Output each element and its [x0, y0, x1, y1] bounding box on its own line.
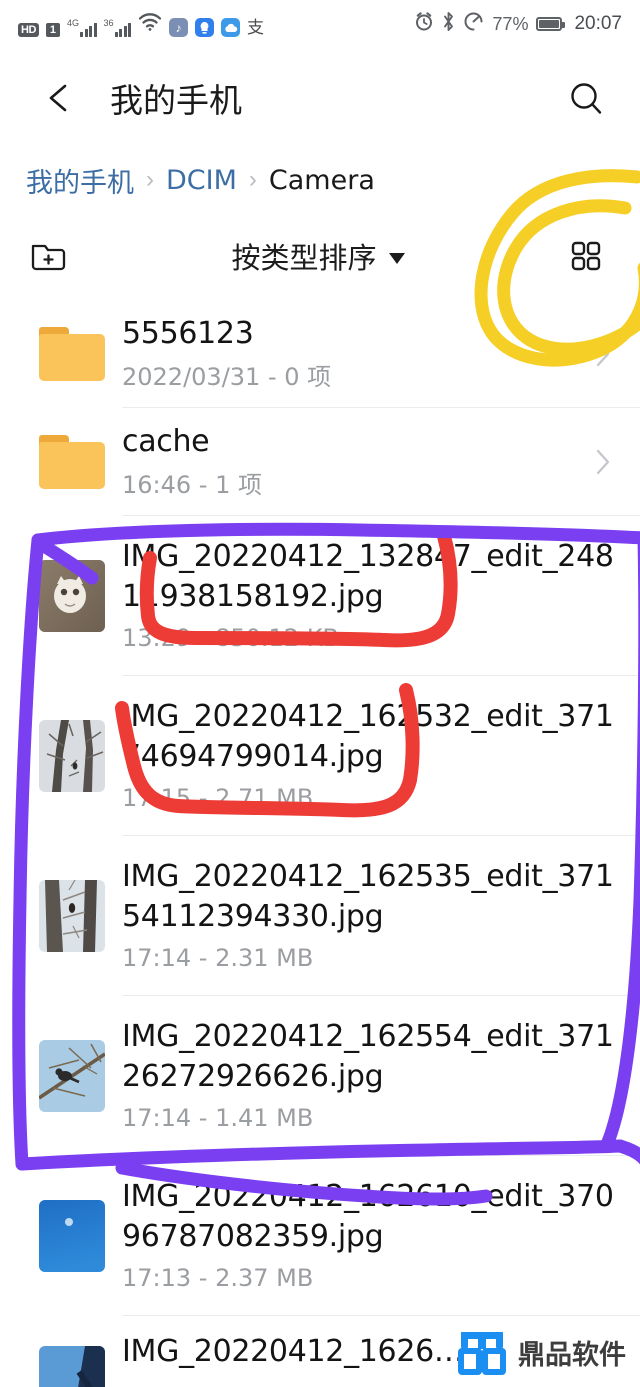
list-item-text: cache 16:46 - 1 项 — [122, 422, 582, 502]
list-item[interactable]: cache 16:46 - 1 项 — [0, 408, 640, 516]
signal-bars-1 — [80, 21, 97, 37]
list-item[interactable]: 5556123 2022/03/31 - 0 项 — [0, 300, 640, 408]
breadcrumb-separator-1: › — [248, 166, 257, 193]
signal-36-icon: 36 — [104, 19, 132, 37]
sort-dropdown[interactable]: 按类型排序 — [72, 235, 564, 277]
list-item-title: cache — [122, 424, 210, 459]
status-clock: 20:07 — [574, 13, 622, 34]
signal-bars-2 — [114, 21, 132, 37]
battery-icon — [536, 17, 566, 31]
list-item-title: IMG_20220412_132847_edit_24811938158192.… — [122, 539, 614, 614]
file-thumb — [22, 1332, 122, 1387]
bird-on-branch-thumb — [39, 1040, 105, 1112]
wifi-icon — [138, 12, 162, 36]
cat-plush-thumb — [39, 560, 105, 632]
folder-thumb — [22, 327, 122, 381]
status-bar-right: 77% 20:07 — [414, 11, 622, 37]
list-item-text: IMG_20220412_162554_edit_37126272926626.… — [122, 1017, 614, 1135]
folder-icon — [39, 327, 105, 381]
watermark-text: 鼎品软件 — [518, 1339, 626, 1371]
list-item-text: 5556123 2022/03/31 - 0 项 — [122, 314, 582, 394]
list-item-title: IMG_20220412_162610_edit_37096787082359.… — [122, 1179, 614, 1254]
file-thumb — [22, 1200, 122, 1272]
alarm-icon — [414, 11, 434, 37]
file-thumb — [22, 560, 122, 632]
list-item-title: IMG_20220412_162554_edit_37126272926626.… — [122, 1019, 614, 1094]
list-item-meta: 17:14 - 1.41 MB — [122, 1104, 314, 1132]
list-item-meta: 17:15 - 2.71 MB — [122, 784, 314, 812]
folder-thumb — [22, 435, 122, 489]
app-title-bar: 我的手机 — [0, 60, 640, 136]
grid-view-icon[interactable] — [564, 234, 608, 278]
phone-screen: HD 1 4G 36 ♪ 支 77% 20:07 我的手机 我的手机 › DCI… — [0, 0, 640, 1387]
blue-sky-thumb — [39, 1200, 105, 1272]
flashlight-app-icon — [195, 18, 215, 37]
page-title: 我的手机 — [110, 81, 242, 120]
status-bar-left: HD 1 4G 36 ♪ 支 — [18, 11, 264, 37]
list-item-title: 5556123 — [122, 316, 254, 351]
list-item-meta: 2022/03/31 - 0 项 — [122, 363, 332, 391]
list-item[interactable]: IMG_20220412_162532_edit_37174694799014.… — [0, 676, 640, 836]
list-item-text: IMG_20220412_162535_edit_37154112394330.… — [122, 857, 614, 975]
file-thumb — [22, 1040, 122, 1112]
bluetooth-icon — [442, 11, 455, 37]
new-folder-icon[interactable] — [28, 234, 72, 278]
dingpin-logo-icon — [458, 1329, 506, 1375]
file-toolbar: 按类型排序 — [0, 216, 640, 296]
breadcrumb-separator-0: › — [146, 166, 154, 193]
chevron-down-icon — [388, 252, 405, 264]
list-item-meta: 13:29 - 850.12 KB — [122, 624, 339, 652]
music-app-icon: ♪ — [169, 18, 189, 37]
file-list: 5556123 2022/03/31 - 0 项 cache 16:46 - 1… — [0, 300, 640, 1387]
list-item-title: IMG_20220412_162532_edit_37174694799014.… — [122, 699, 614, 774]
sort-label: 按类型排序 — [231, 241, 377, 275]
alipay-icon: 支 — [247, 18, 265, 37]
signal-4g-icon: 4G — [67, 19, 97, 37]
file-thumb — [22, 720, 122, 792]
cloud-app-icon — [221, 18, 241, 37]
data-saver-icon — [463, 11, 484, 37]
list-item[interactable]: IMG_20220412_162610_edit_37096787082359.… — [0, 1156, 640, 1316]
search-icon[interactable] — [566, 78, 606, 118]
breadcrumb-item-2: Camera — [268, 164, 375, 196]
chevron-right-icon — [592, 444, 614, 480]
file-thumb — [22, 880, 122, 952]
blue-sky-partial-thumb — [39, 1346, 105, 1387]
list-item-text: IMG_20220412_162532_edit_37174694799014.… — [122, 697, 614, 815]
list-item-text: IMG_20220412_162610_edit_37096787082359.… — [122, 1177, 614, 1295]
list-item-meta: 17:13 - 2.37 MB — [122, 1264, 314, 1292]
hd-icon: HD — [18, 23, 39, 37]
list-item[interactable]: IMG_20220412_162554_edit_37126272926626.… — [0, 996, 640, 1156]
list-item-meta: 16:46 - 1 项 — [122, 471, 262, 499]
status-bar: HD 1 4G 36 ♪ 支 77% 20:07 — [0, 0, 640, 48]
watermark: 鼎品软件 — [458, 1329, 626, 1375]
breadcrumb-item-0[interactable]: 我的手机 — [26, 161, 134, 200]
folder-icon — [39, 435, 105, 489]
list-item-meta: 17:14 - 2.31 MB — [122, 944, 314, 972]
back-arrow-icon[interactable] — [40, 78, 80, 118]
sim-icon: 1 — [45, 23, 61, 37]
list-item-text: IMG_20220412_132847_edit_24811938158192.… — [122, 537, 614, 655]
bird-on-trunk-thumb — [39, 880, 105, 952]
list-item[interactable]: IMG_20220412_162535_edit_37154112394330.… — [0, 836, 640, 996]
list-item[interactable]: IMG_20220412_132847_edit_24811938158192.… — [0, 516, 640, 676]
breadcrumb: 我的手机 › DCIM › Camera — [0, 152, 640, 208]
breadcrumb-item-1[interactable]: DCIM — [166, 165, 237, 196]
list-item-title: IMG_20220412_162535_edit_37154112394330.… — [122, 859, 614, 934]
winter-trees-thumb — [39, 720, 105, 792]
battery-percent-label: 77% — [492, 13, 529, 34]
chevron-right-icon — [592, 336, 614, 372]
